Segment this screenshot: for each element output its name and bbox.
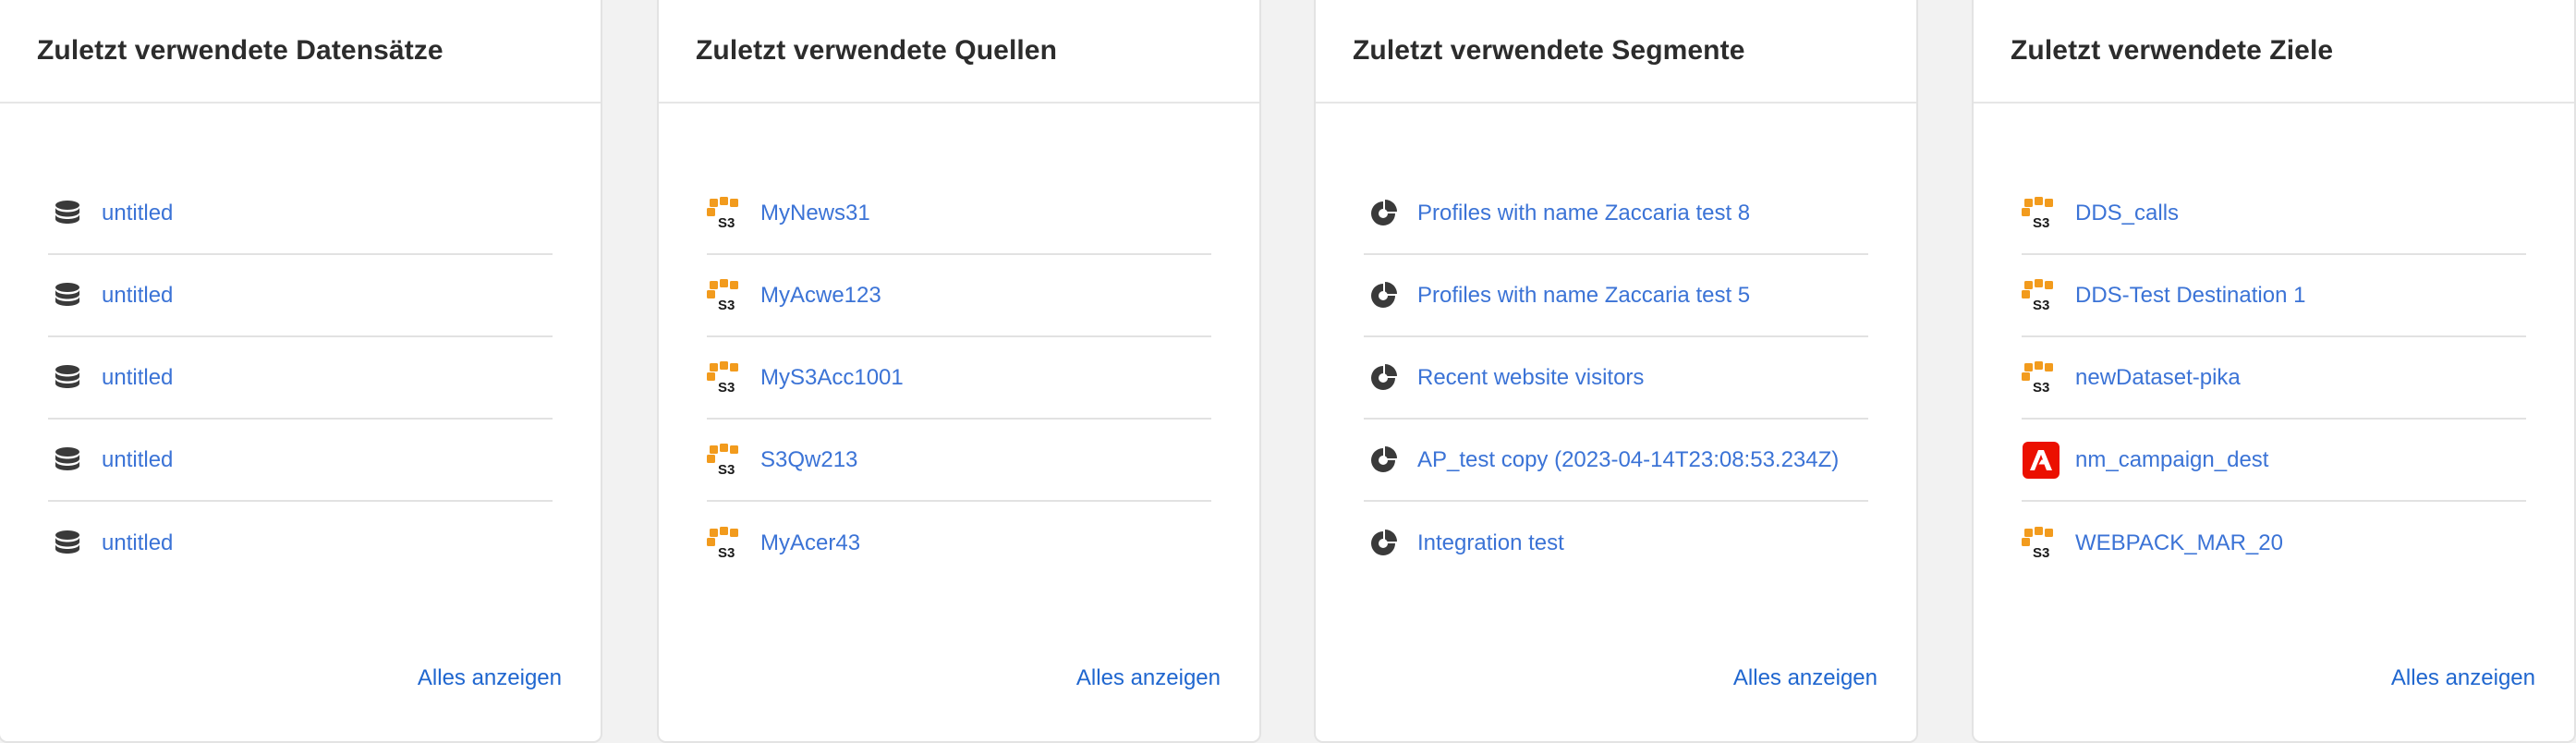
dataset-link[interactable]: untitled [102,201,173,226]
segment-icon [1364,276,1403,315]
database-icon [48,194,87,233]
recent-datasets-list: untitled untitled untitled untitled unti… [48,173,553,584]
segment-link[interactable]: AP_test copy (2023-04-14T23:08:53.234Z) [1417,447,1839,473]
amazon-s3-icon: S3 [707,524,746,563]
card-header: Zuletzt verwendete Quellen [659,0,1259,104]
recent-segments-list: Profiles with name Zaccaria test 8 Profi… [1364,173,1868,584]
dataset-link[interactable]: untitled [102,447,173,473]
segment-icon [1364,194,1403,233]
source-link[interactable]: MyAcer43 [760,530,860,556]
svg-text:S3: S3 [718,462,735,477]
list-item[interactable]: S3 DDS_calls [2022,173,2526,255]
amazon-s3-icon: S3 [707,194,746,233]
svg-text:S3: S3 [2033,380,2049,395]
svg-text:S3: S3 [718,545,735,560]
list-item[interactable]: S3 S3Qw213 [707,420,1211,502]
list-item[interactable]: untitled [48,420,553,502]
list-item[interactable]: untitled [48,502,553,584]
view-all-link[interactable]: Alles anzeigen [1076,665,1221,691]
card-recent-destinations: Zuletzt verwendete Ziele S3 DDS_calls S3… [1972,0,2576,743]
list-item[interactable]: untitled [48,173,553,255]
svg-text:S3: S3 [2033,215,2049,230]
card-recent-datasets: Zuletzt verwendete Datensätze untitled u… [0,0,602,743]
svg-text:S3: S3 [718,298,735,312]
list-item[interactable]: S3 MyAcwe123 [707,255,1211,337]
amazon-s3-icon: S3 [2022,276,2060,315]
amazon-s3-icon: S3 [707,276,746,315]
amazon-s3-icon: S3 [2022,194,2060,233]
list-item[interactable]: Profiles with name Zaccaria test 5 [1364,255,1868,337]
list-item[interactable]: Recent website visitors [1364,337,1868,420]
card-recent-sources: Zuletzt verwendete Quellen S3 MyNews31 S… [657,0,1261,743]
database-icon [48,359,87,397]
svg-text:S3: S3 [2033,545,2049,560]
card-title: Zuletzt verwendete Quellen [696,35,1058,66]
segment-icon [1364,524,1403,563]
amazon-s3-icon: S3 [2022,524,2060,563]
svg-text:S3: S3 [718,215,735,230]
adobe-icon [2022,441,2060,480]
card-header: Zuletzt verwendete Ziele [1974,0,2574,104]
destination-link[interactable]: DDS_calls [2075,201,2179,226]
card-title: Zuletzt verwendete Ziele [2011,35,2334,66]
list-item[interactable]: untitled [48,255,553,337]
list-item[interactable]: S3 MyS3Acc1001 [707,337,1211,420]
segment-icon [1364,359,1403,397]
list-item[interactable]: S3 WEBPACK_MAR_20 [2022,502,2526,584]
svg-text:S3: S3 [2033,298,2049,312]
amazon-s3-icon: S3 [707,359,746,397]
segment-icon [1364,441,1403,480]
dataset-link[interactable]: untitled [102,530,173,556]
segment-link[interactable]: Profiles with name Zaccaria test 8 [1417,201,1750,226]
destination-link[interactable]: DDS-Test Destination 1 [2075,283,2305,309]
destination-link[interactable]: newDataset-pika [2075,365,2241,391]
amazon-s3-icon: S3 [2022,359,2060,397]
recent-sources-list: S3 MyNews31 S3 MyAcwe123 S3 MyS3Acc1001 … [707,173,1211,584]
card-header: Zuletzt verwendete Datensätze [0,0,601,104]
view-all-link[interactable]: Alles anzeigen [2391,665,2535,691]
list-item[interactable]: Integration test [1364,502,1868,584]
database-icon [48,441,87,480]
list-item[interactable]: S3 DDS-Test Destination 1 [2022,255,2526,337]
list-item[interactable]: S3 newDataset-pika [2022,337,2526,420]
segment-link[interactable]: Profiles with name Zaccaria test 5 [1417,283,1750,309]
amazon-s3-icon: S3 [707,441,746,480]
dataset-link[interactable]: untitled [102,365,173,391]
dataset-link[interactable]: untitled [102,283,173,309]
source-link[interactable]: MyS3Acc1001 [760,365,904,391]
segment-link[interactable]: Recent website visitors [1417,365,1644,391]
list-item[interactable]: untitled [48,337,553,420]
view-all-link[interactable]: Alles anzeigen [1733,665,1877,691]
list-item[interactable]: AP_test copy (2023-04-14T23:08:53.234Z) [1364,420,1868,502]
source-link[interactable]: MyNews31 [760,201,870,226]
database-icon [48,276,87,315]
recent-destinations-list: S3 DDS_calls S3 DDS-Test Destination 1 S… [2022,173,2526,584]
list-item[interactable]: S3 MyAcer43 [707,502,1211,584]
database-icon [48,524,87,563]
source-link[interactable]: S3Qw213 [760,447,857,473]
list-item[interactable]: nm_campaign_dest [2022,420,2526,502]
card-title: Zuletzt verwendete Segmente [1353,35,1745,66]
card-header: Zuletzt verwendete Segmente [1316,0,1916,104]
card-title: Zuletzt verwendete Datensätze [37,35,444,66]
source-link[interactable]: MyAcwe123 [760,283,881,309]
destination-link[interactable]: nm_campaign_dest [2075,447,2268,473]
list-item[interactable]: Profiles with name Zaccaria test 8 [1364,173,1868,255]
svg-text:S3: S3 [718,380,735,395]
card-recent-segments: Zuletzt verwendete Segmente Profiles wit… [1314,0,1918,743]
list-item[interactable]: S3 MyNews31 [707,173,1211,255]
destination-link[interactable]: WEBPACK_MAR_20 [2075,530,2283,556]
view-all-link[interactable]: Alles anzeigen [418,665,562,691]
segment-link[interactable]: Integration test [1417,530,1564,556]
